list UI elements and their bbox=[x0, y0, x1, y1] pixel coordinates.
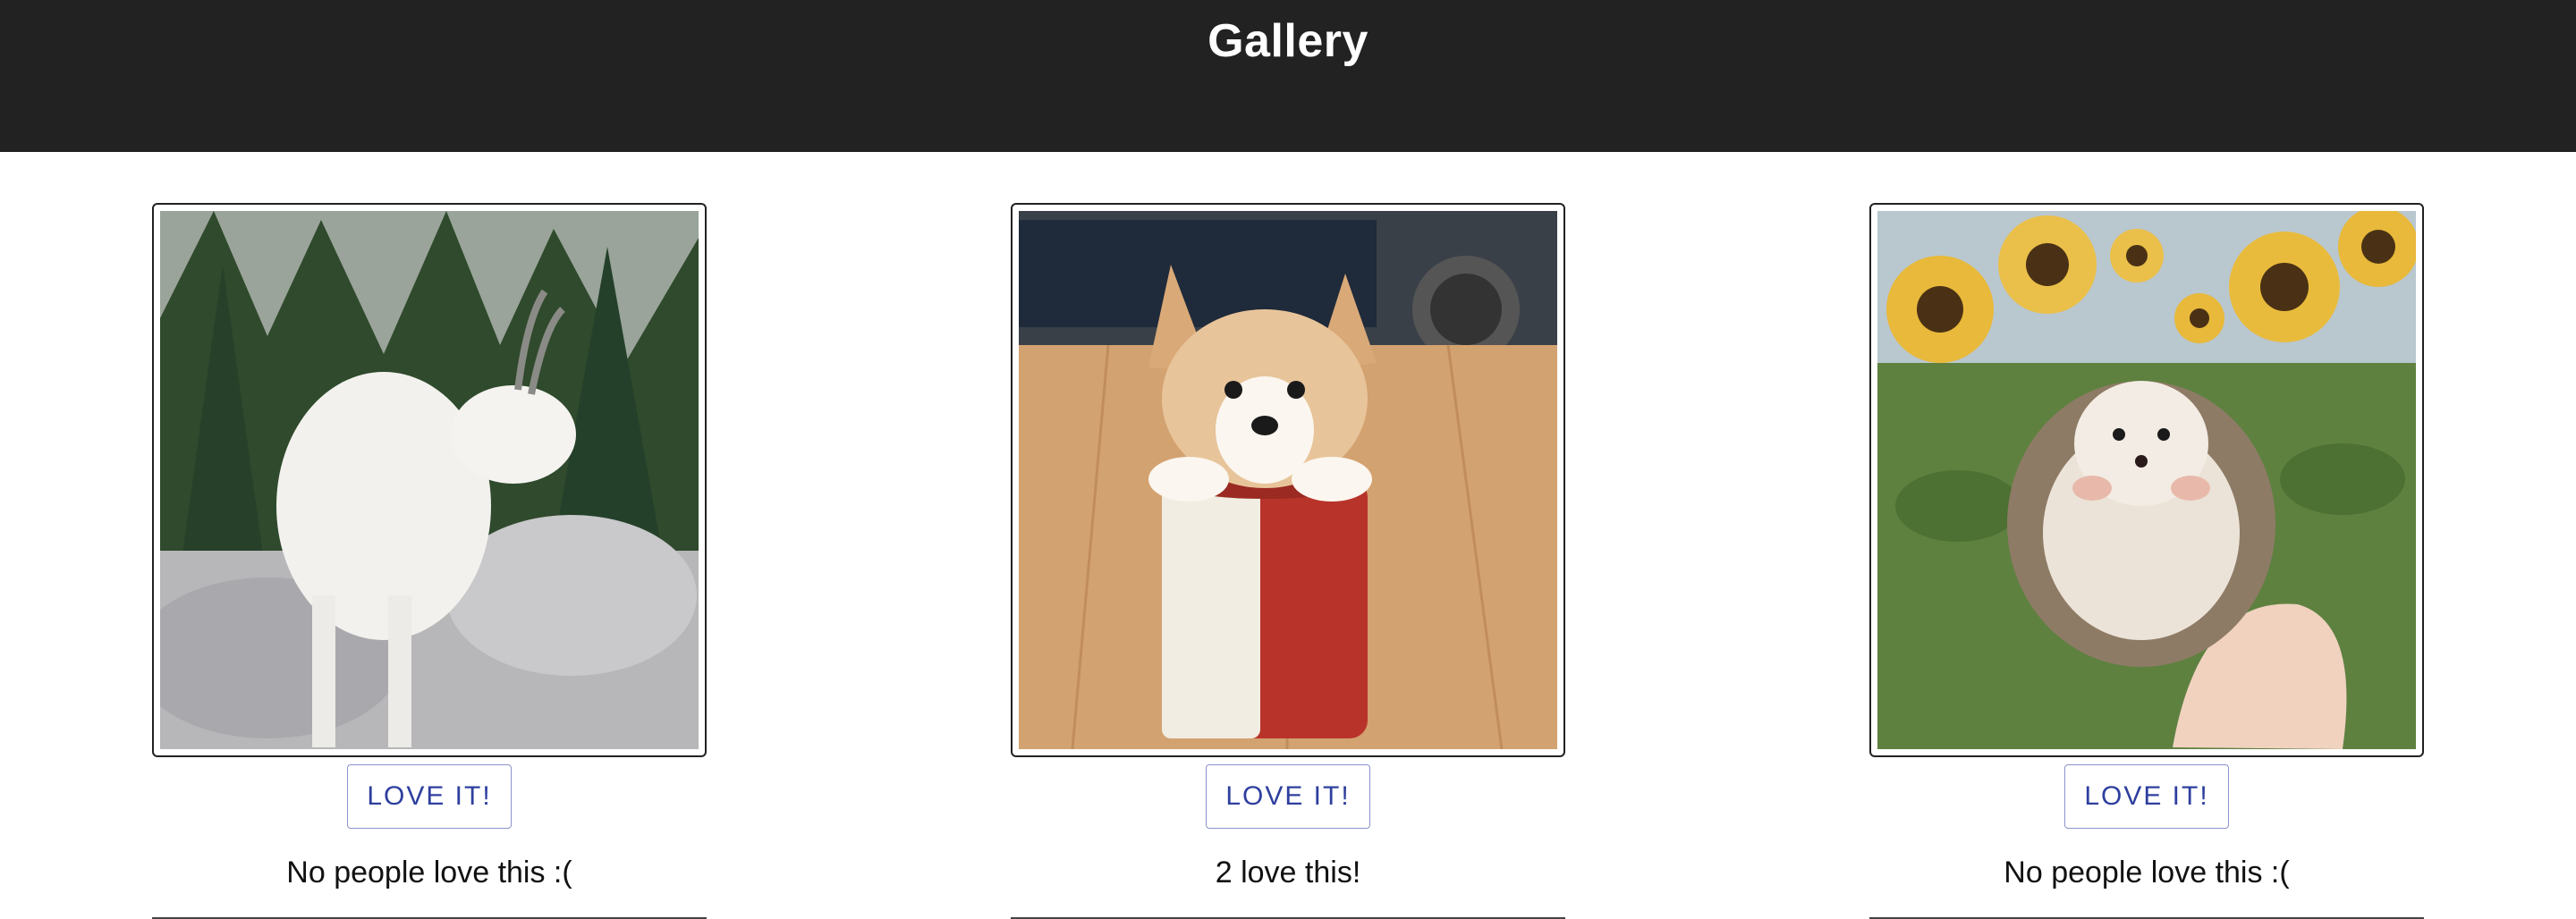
love-it-button[interactable]: LOVE IT! bbox=[1206, 764, 1370, 829]
hedgehog-in-sunflowers-photo bbox=[1877, 211, 2416, 749]
love-it-button[interactable]: LOVE IT! bbox=[2064, 764, 2229, 829]
gallery-card: LOVE IT! 2 love this! bbox=[1011, 203, 1565, 890]
love-it-button[interactable]: LOVE IT! bbox=[347, 764, 512, 829]
love-count-text: 2 love this! bbox=[1215, 856, 1361, 889]
corgi-puppy-in-can-photo bbox=[1019, 211, 1557, 749]
image-frame bbox=[1869, 203, 2424, 757]
page-header: Gallery bbox=[0, 0, 2576, 152]
image-frame bbox=[1011, 203, 1565, 757]
love-count-text: No people love this :( bbox=[2004, 856, 2290, 889]
mountain-goat-photo bbox=[160, 211, 699, 749]
gallery-card: LOVE IT! No people love this :( bbox=[152, 203, 707, 890]
love-count-text: No people love this :( bbox=[286, 856, 572, 889]
image-frame bbox=[152, 203, 707, 757]
gallery-card: LOVE IT! No people love this :( bbox=[1869, 203, 2424, 890]
page-title: Gallery bbox=[1208, 15, 1368, 67]
